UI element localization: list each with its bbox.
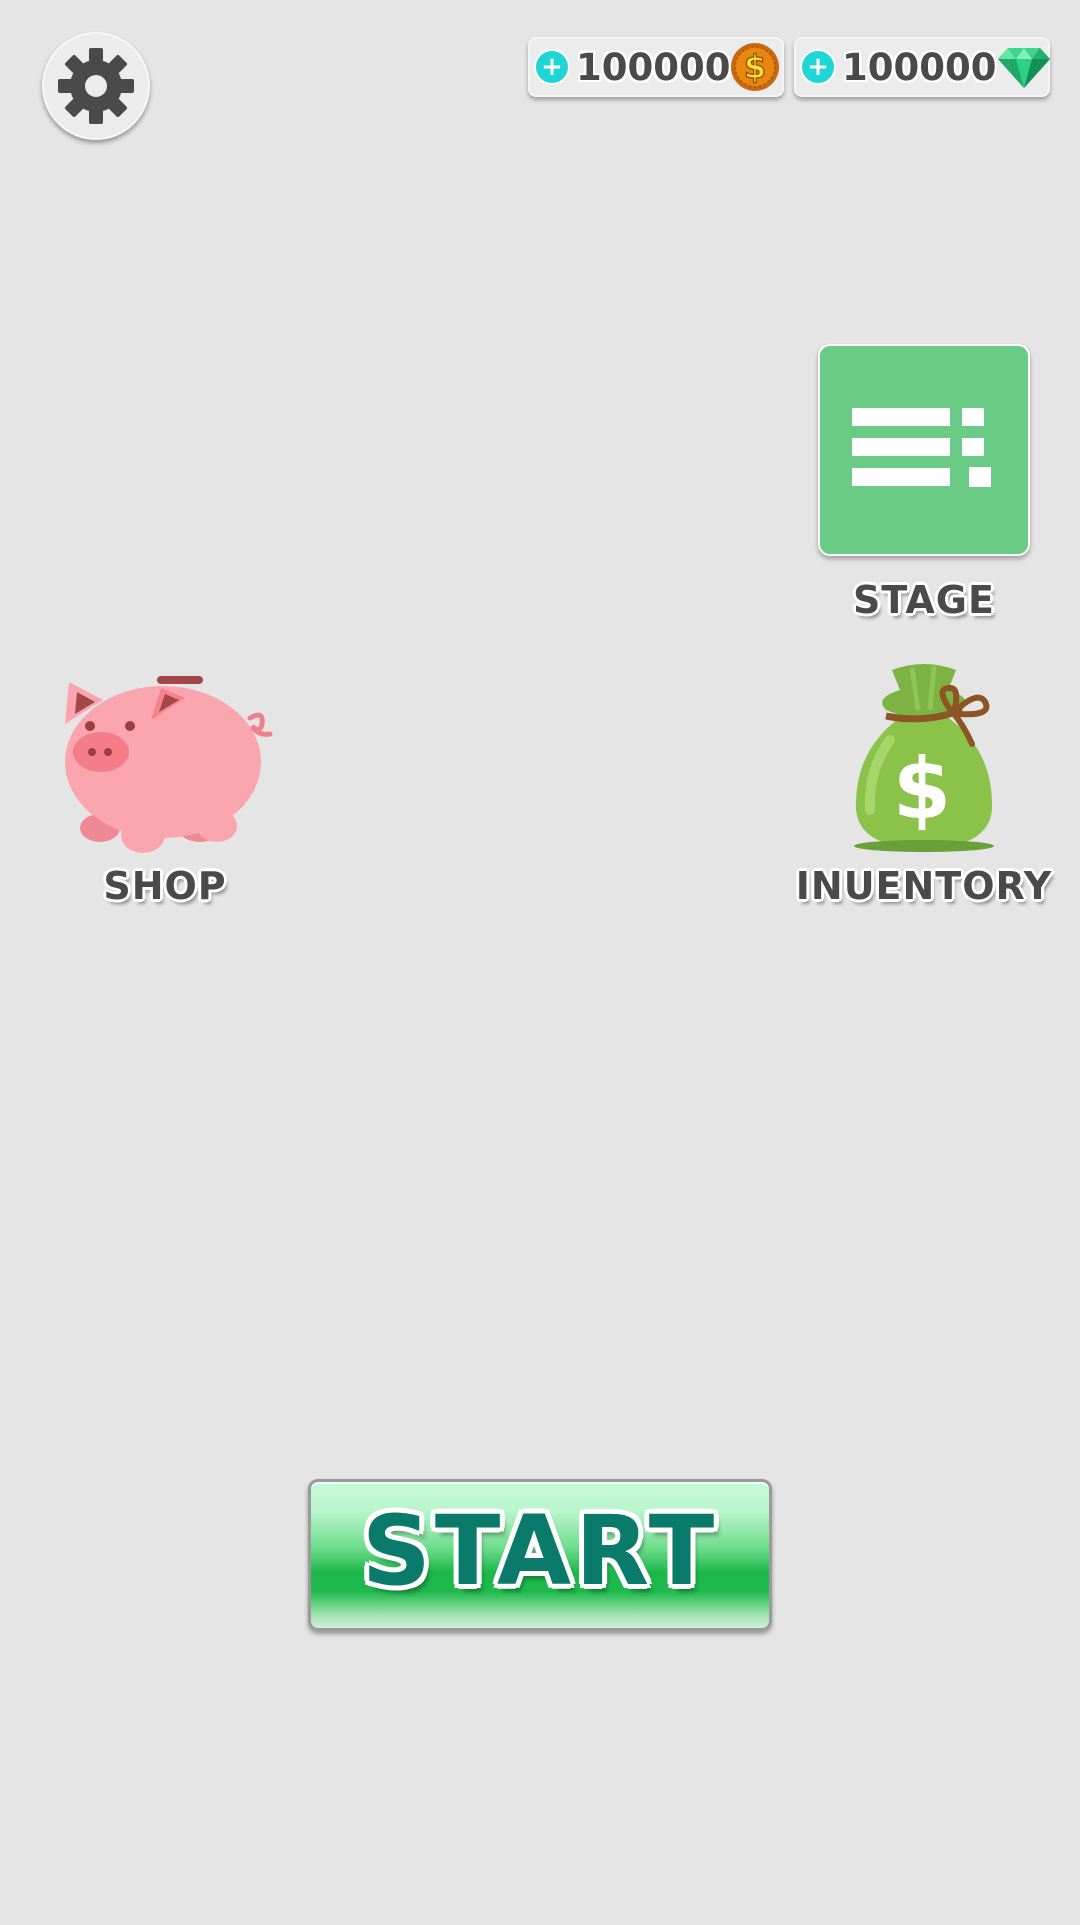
start-label: START [361, 1495, 719, 1607]
piggy-bank-icon [65, 676, 273, 853]
coin-counter: + 100000 $ [528, 37, 784, 97]
stage-tile [818, 344, 1030, 556]
shop-label: SHOP [103, 864, 227, 908]
svg-text:$: $ [744, 48, 766, 86]
dollar-coin-icon: $ [731, 43, 780, 91]
gear-icon [58, 48, 134, 124]
gem-counter: + 100000 [794, 37, 1051, 97]
gem-amount: 100000 [842, 45, 997, 89]
main-menu-screen: + 100000 $ + 100000 STAGE SHOP $ INUENTO… [0, 0, 1080, 1925]
inventory-label: INUENTORY [795, 864, 1053, 908]
coin-amount: 100000 [576, 45, 731, 89]
svg-text:$: $ [893, 740, 951, 838]
stage-label: STAGE [853, 578, 995, 622]
plus-icon: + [807, 52, 829, 82]
green-gem-icon [998, 48, 1051, 88]
settings-button[interactable] [42, 32, 150, 140]
add-gems-button[interactable]: + [800, 49, 836, 85]
list-icon [852, 408, 991, 487]
money-bag-icon: $ [854, 664, 994, 852]
start-button[interactable]: START [308, 1479, 772, 1631]
add-coins-button[interactable]: + [534, 49, 570, 85]
shop-button[interactable]: SHOP [30, 660, 300, 908]
stage-button[interactable]: STAGE [800, 344, 1048, 622]
plus-icon: + [541, 52, 563, 82]
inventory-button[interactable]: $ INUENTORY [788, 660, 1060, 908]
